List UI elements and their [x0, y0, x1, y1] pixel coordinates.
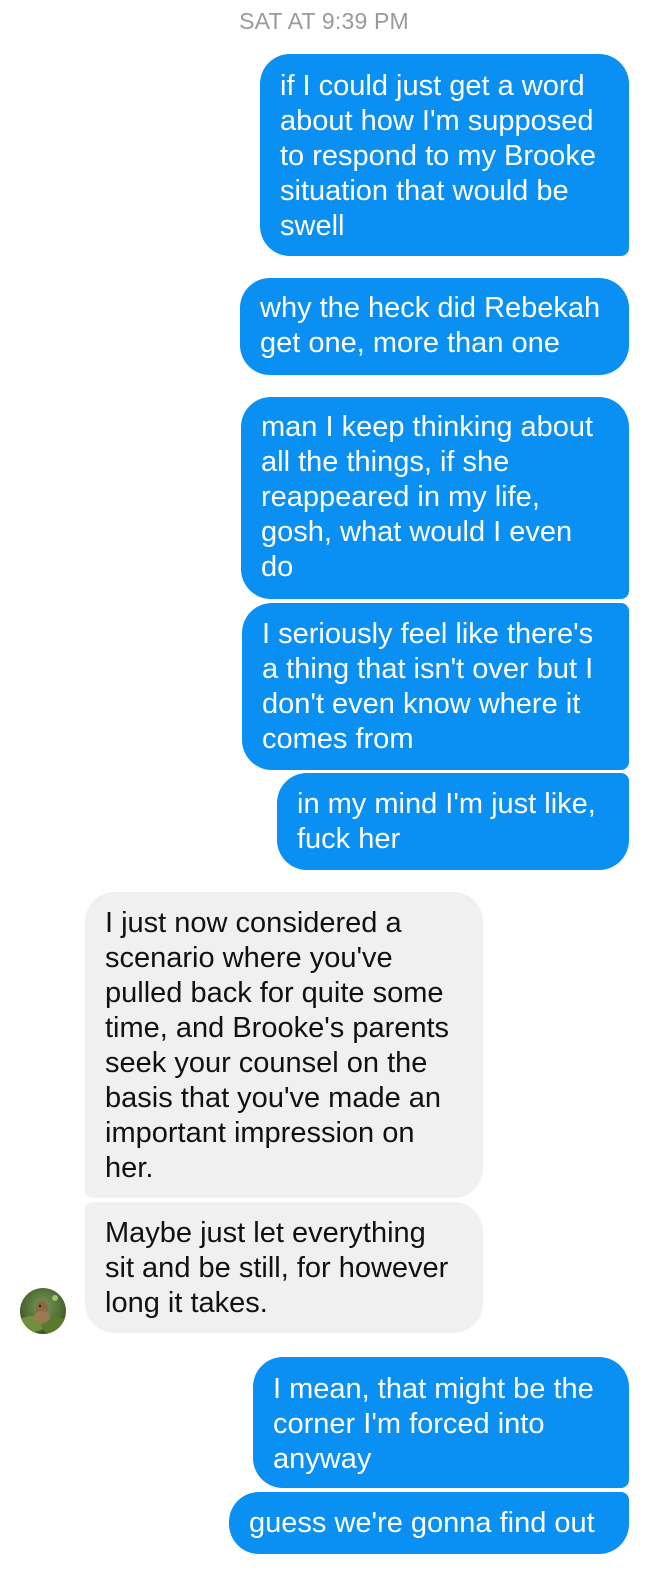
outgoing-message[interactable]: in my mind I'm just like, fuck her — [277, 773, 629, 870]
outgoing-message[interactable]: guess we're gonna find out — [229, 1492, 629, 1554]
contact-avatar-photo-icon — [20, 1288, 66, 1334]
outgoing-message[interactable]: man I keep thinking about all the things… — [241, 397, 629, 599]
incoming-message[interactable]: Maybe just let everything sit and be sti… — [85, 1202, 483, 1333]
conversation-timestamp: SAT AT 9:39 PM — [239, 8, 409, 34]
outgoing-message[interactable]: I mean, that might be the corner I'm for… — [253, 1357, 629, 1488]
outgoing-message[interactable]: why the heck did Rebekah get one, more t… — [240, 278, 629, 375]
outgoing-message[interactable]: if I could just get a word about how I'm… — [260, 54, 629, 256]
contact-avatar[interactable] — [20, 1288, 66, 1334]
incoming-message[interactable]: I just now considered a scenario where y… — [85, 892, 483, 1198]
outgoing-message[interactable]: I seriously feel like there's a thing th… — [242, 603, 629, 770]
